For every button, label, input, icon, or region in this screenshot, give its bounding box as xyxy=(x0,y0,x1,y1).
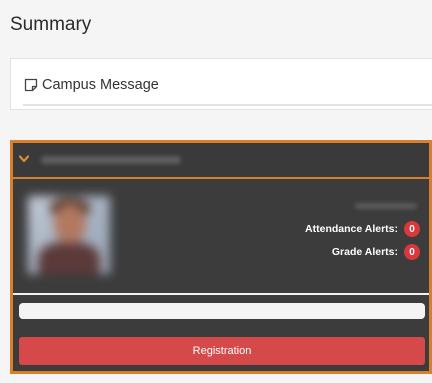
campus-message-row[interactable]: Campus Message xyxy=(24,77,159,93)
student-card-header[interactable] xyxy=(13,143,429,179)
student-card: Attendance Alerts: 0 Grade Alerts: 0 Reg… xyxy=(10,140,432,374)
card-divider xyxy=(13,293,429,295)
page-title: Summary xyxy=(10,14,92,35)
grade-alerts[interactable]: Grade Alerts: 0 xyxy=(332,244,420,260)
blurred-student-name xyxy=(41,156,181,164)
blurred-student-id xyxy=(355,203,417,209)
attendance-alerts-label: Attendance Alerts: xyxy=(305,223,398,235)
campus-message-card[interactable]: Campus Message xyxy=(10,58,432,110)
attendance-alerts[interactable]: Attendance Alerts: 0 xyxy=(305,221,420,237)
campus-message-label: Campus Message xyxy=(42,77,159,93)
note-icon xyxy=(24,78,38,92)
registration-button[interactable]: Registration xyxy=(19,337,425,365)
attendance-alerts-badge[interactable]: 0 xyxy=(404,221,420,237)
chevron-down-icon[interactable] xyxy=(19,155,29,163)
campus-message-divider xyxy=(23,104,432,106)
grade-alerts-badge[interactable]: 0 xyxy=(404,244,420,260)
progress-bar xyxy=(19,303,425,319)
student-avatar xyxy=(28,196,110,274)
grade-alerts-label: Grade Alerts: xyxy=(331,246,398,258)
